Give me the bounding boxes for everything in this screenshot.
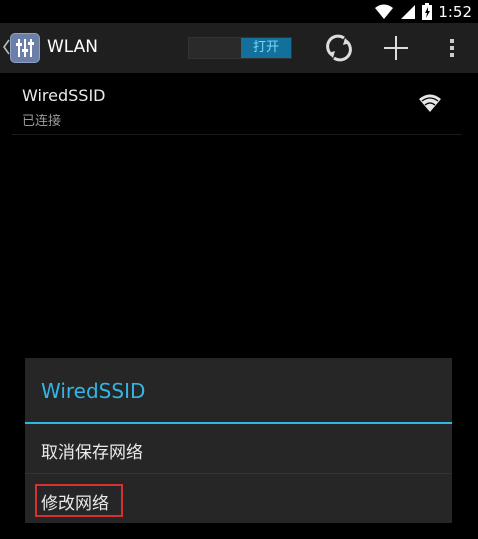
- refresh-icon[interactable]: [324, 33, 354, 63]
- status-bar: 1:52: [0, 0, 478, 23]
- sliders-icon: [16, 39, 34, 57]
- settings-app-icon[interactable]: [10, 33, 40, 63]
- page-title: WLAN: [47, 37, 99, 57]
- status-time: 1:52: [438, 2, 472, 21]
- wifi-icon: [375, 4, 394, 19]
- switch-on-label: 打开: [241, 38, 291, 58]
- action-bar: WLAN 打开: [0, 23, 478, 73]
- network-context-dialog: WiredSSID 取消保存网络 修改网络: [25, 358, 452, 523]
- modify-network-option[interactable]: 修改网络: [25, 475, 452, 525]
- dialog-title: WiredSSID: [41, 379, 146, 403]
- battery-icon: [422, 3, 433, 20]
- forget-network-option[interactable]: 取消保存网络: [25, 424, 452, 474]
- modify-network-label: 修改网络: [41, 494, 109, 514]
- back-chevron-icon[interactable]: [2, 39, 10, 55]
- wifi-signal-icon: [419, 94, 441, 112]
- network-list-item[interactable]: WiredSSID 已连接: [12, 73, 462, 135]
- network-status: 已连接: [22, 114, 62, 129]
- forget-network-label: 取消保存网络: [41, 443, 143, 463]
- signal-icon: [401, 4, 416, 19]
- network-ssid: WiredSSID: [22, 86, 106, 105]
- add-icon[interactable]: [381, 33, 411, 63]
- wlan-toggle-switch[interactable]: 打开: [188, 37, 292, 59]
- overflow-menu-icon[interactable]: [437, 33, 467, 63]
- status-icons: 1:52: [374, 0, 478, 23]
